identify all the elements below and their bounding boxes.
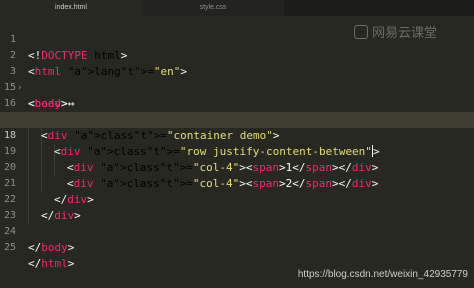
code-line[interactable]: 2 <html "a">lang"t">="en">: [0, 32, 474, 78]
code-text: </html>: [28, 257, 75, 270]
code-line[interactable]: 17 <div "a">class"t">="container demo">: [0, 96, 474, 142]
code-line[interactable]: 21 </div>: [0, 160, 474, 206]
code-line[interactable]: 16: [0, 80, 474, 109]
tab-style-css[interactable]: style.css: [142, 0, 284, 16]
line-number: 25: [3, 242, 16, 253]
tab-bar: index.html style.css: [0, 0, 474, 16]
code-line[interactable]: 22 </div>: [0, 176, 474, 222]
code-line[interactable]: 15 <body>: [0, 64, 474, 110]
code-line[interactable]: 1 <!DOCTYPE html>: [0, 16, 474, 62]
code-line[interactable]: 25 </html>: [0, 224, 474, 270]
code-line[interactable]: 23: [0, 192, 474, 221]
tab-index-html[interactable]: index.html: [0, 0, 142, 16]
code-line[interactable]: 19 <div "a">class"t">="col-4"><span>1</s…: [0, 128, 474, 174]
source-watermark: https://blog.csdn.net/weixin_42935779: [297, 269, 468, 280]
code-text: </body>: [28, 241, 75, 254]
code-line[interactable]: 24 </body>: [0, 208, 474, 254]
code-line[interactable]: 20 <div "a">class"t">="col-4"><span>2</s…: [0, 144, 474, 190]
code-editor[interactable]: 1 <!DOCTYPE html> 2 <html "a">lang"t">="…: [0, 16, 474, 284]
code-line-current[interactable]: 18 <div "a">class"t">="row justify-conte…: [0, 112, 474, 158]
code-line[interactable]: 3 › <head>↔: [0, 48, 474, 110]
